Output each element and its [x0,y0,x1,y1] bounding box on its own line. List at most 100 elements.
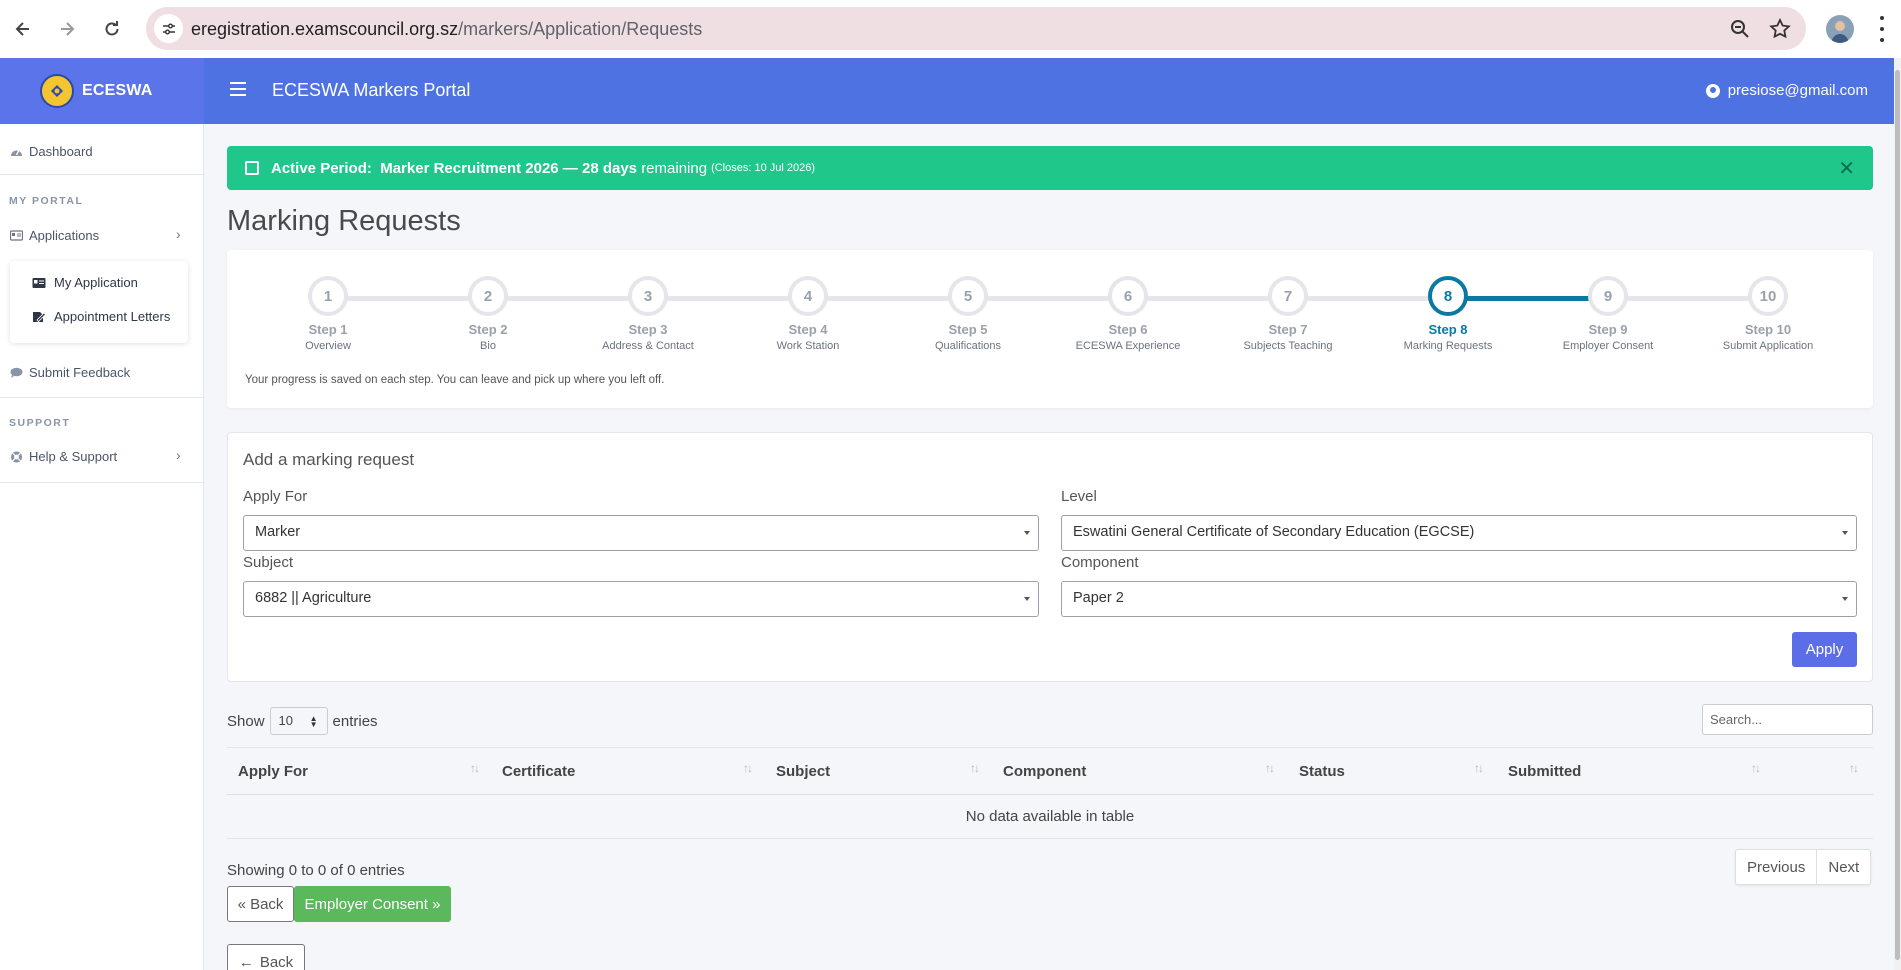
sidebar-item-submit-feedback[interactable]: Submit Feedback [10,365,130,380]
step-2[interactable]: 2 Step 2 Bio [428,276,548,352]
column-header-apply-for[interactable]: Apply For [238,763,308,780]
step-6[interactable]: 6 Step 6 ECESWA Experience [1068,276,1188,352]
column-header-certificate[interactable]: Certificate [502,763,575,780]
employer-consent-button[interactable]: Employer Consent » [294,886,451,922]
arrow-left-icon: ← [238,953,254,970]
close-icon[interactable]: ✕ [1838,156,1855,181]
back-button[interactable]: « Back [227,886,294,922]
step-subtitle: Submit Application [1722,340,1814,352]
sidebar-item-dashboard[interactable]: Dashboard [10,144,93,159]
step-label: Step 9 [1588,322,1628,337]
level-select[interactable]: Eswatini General Certificate of Secondar… [1061,515,1857,551]
step-7[interactable]: 7 Step 7 Subjects Teaching [1228,276,1348,352]
level-value: Eswatini General Certificate of Secondar… [1073,524,1475,540]
column-header-component[interactable]: Component [1003,763,1086,780]
sidebar-item-label: Dashboard [29,144,93,159]
entries-length-value: 10 [278,713,293,728]
column-header-submitted[interactable]: Submitted [1508,763,1581,780]
component-select[interactable]: Paper 2 [1061,581,1857,617]
address-bar[interactable]: eregistration.examscouncil.org.sz/marker… [146,7,1806,50]
pagination-previous-button[interactable]: Previous [1736,850,1816,884]
table-search-input[interactable]: Search... [1702,704,1873,735]
sidebar-item-applications[interactable]: Applications [10,228,99,243]
alert-period: Marker Recruitment 2026 — 28 days [380,159,638,177]
step-subtitle: Work Station [776,340,840,352]
step-label: Step 7 [1268,322,1308,337]
zoom-icon[interactable] [1728,17,1752,41]
step-circle: 1 [308,276,348,316]
sort-icon[interactable]: ↑↓ [1265,761,1275,775]
submenu-item-appointment-letters[interactable]: Appointment Letters [32,309,170,324]
calendar-check-icon [245,161,259,175]
forward-arrow-icon[interactable] [52,14,82,44]
step-5[interactable]: 5 Step 5 Qualifications [908,276,1028,352]
sort-icon[interactable]: ↑↓ [1751,761,1761,775]
reload-icon[interactable] [97,14,127,44]
hamburger-menu-icon[interactable] [230,82,246,96]
sort-icon[interactable]: ↑↓ [1474,761,1484,775]
top-navbar: ECESWA Markers Portal presiose@gmail.com [204,58,1894,124]
step-8[interactable]: 8 Step 8 Marking Requests [1388,276,1508,352]
subject-value: 6882 || Agriculture [255,590,372,606]
pagination: Previous Next [1735,849,1872,885]
alert-label: Active Period: [271,159,372,177]
chevron-right-icon[interactable]: › [176,447,181,463]
sidebar: Dashboard MY PORTAL Applications › My Ap… [0,124,204,970]
step-circle: 7 [1268,276,1308,316]
sidebar-divider [0,482,203,483]
subject-select[interactable]: 6882 || Agriculture [243,581,1039,617]
back-arrow-icon[interactable] [8,14,38,44]
back-arrow-button[interactable]: ← Back [227,944,305,970]
step-3[interactable]: 3 Step 3 Address & Contact [588,276,708,352]
user-menu[interactable]: presiose@gmail.com [1705,82,1868,99]
pagination-next-button[interactable]: Next [1816,850,1870,884]
active-period-alert: Active Period: Marker Recruitment 2026 —… [227,146,1873,190]
show-label: Show [227,712,265,730]
step-subtitle: Subjects Teaching [1243,340,1333,352]
step-label: Step 10 [1744,322,1792,337]
entries-length-select[interactable]: 10 ▲ ▼ [269,707,328,735]
step-label: Step 3 [628,322,668,337]
sort-icon[interactable]: ↑↓ [970,761,980,775]
step-10[interactable]: 10 Step 10 Submit Application [1708,276,1828,352]
brand-name: ECESWA [82,82,153,99]
profile-avatar[interactable] [1826,15,1854,43]
level-label: Level [1061,488,1097,505]
step-subtitle: Employer Consent [1562,340,1654,352]
submenu-label: Appointment Letters [54,309,171,324]
step-circle: 4 [788,276,828,316]
sidebar-item-help-support[interactable]: Help & Support [10,449,117,464]
page-scrollbar-thumb[interactable] [1895,70,1900,960]
url-text[interactable]: eregistration.examscouncil.org.sz/marker… [191,19,702,40]
back-label: Back [259,953,294,970]
column-header-status[interactable]: Status [1299,763,1345,780]
apply-button[interactable]: Apply [1792,632,1857,667]
step-4[interactable]: 4 Step 4 Work Station [748,276,868,352]
eceswa-logo-icon [40,74,74,108]
table-header-row: Apply For ↑↓ Certificate ↑↓ Subject ↑↓ C… [227,747,1873,795]
step-label: Step 5 [948,322,988,337]
brand[interactable]: ECESWA [0,58,204,124]
column-header-subject[interactable]: Subject [776,763,830,780]
apply-for-value: Marker [255,524,301,540]
sort-icon[interactable]: ↑↓ [1849,761,1859,775]
step-9[interactable]: 9 Step 9 Employer Consent [1548,276,1668,352]
sort-icon[interactable]: ↑↓ [470,761,480,775]
sort-icon[interactable]: ↑↓ [743,761,753,775]
user-email: presiose@gmail.com [1727,82,1868,99]
step-label: Step 4 [788,322,828,337]
signature-icon [32,311,46,323]
sidebar-divider [0,397,203,398]
browser-menu-icon[interactable] [1876,16,1888,42]
step-label: Step 2 [468,322,508,337]
submenu-item-my-application[interactable]: My Application [32,275,138,290]
bookmark-star-icon[interactable] [1768,17,1792,41]
alert-remaining: remaining [641,159,708,177]
add-marking-request-card: Add a marking request Apply For Marker L… [227,432,1873,682]
chevron-right-icon[interactable]: › [176,226,181,242]
site-settings-icon[interactable] [154,14,183,43]
alert-closes-date: (Closes: 10 Jul 2026) [711,162,816,174]
dropdown-caret-icon [1024,597,1030,601]
step-1[interactable]: 1 Step 1 Overview [268,276,388,352]
apply-for-select[interactable]: Marker [243,515,1039,551]
